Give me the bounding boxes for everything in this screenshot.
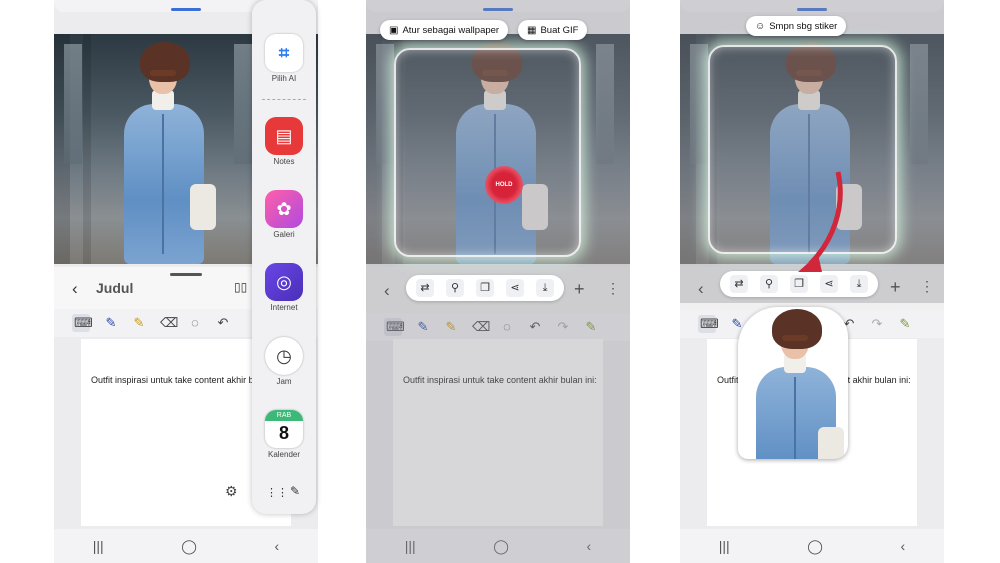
share-icon[interactable]: ⋖ [506, 279, 524, 297]
keyboard-icon[interactable]: ⌨ [698, 315, 719, 333]
note-page[interactable]: Outfit inspirasi untuk take content akhi… [393, 339, 603, 526]
save-icon[interactable]: ⤓ [850, 275, 868, 293]
ai-edit-icon[interactable]: ⇄ [730, 275, 748, 293]
undo-icon[interactable]: ↶ [216, 316, 230, 330]
sidebar-divider [262, 99, 306, 100]
highlighter-icon[interactable]: ✎ [444, 320, 458, 334]
status-strip [680, 0, 944, 12]
add-icon[interactable]: + [574, 279, 585, 300]
all-apps-icon[interactable]: ⋮⋮ [266, 486, 288, 499]
settings-icon[interactable]: ⚙ [225, 483, 238, 500]
notes-icon: ▤ [265, 117, 303, 155]
ai-action-bar: ⇄ ⚲ ❐ ⋖ ⤓ [406, 275, 564, 301]
app-galeri[interactable]: ✿ Galeri [252, 190, 316, 239]
drawing-toolbar: ⌨ ✎ ✎ ⌫ ◌ ↶ ↷ ✎ [366, 313, 630, 341]
copy-icon[interactable]: ❐ [476, 279, 494, 297]
color-pen-icon[interactable]: ✎ [584, 320, 598, 334]
calendar-day: 8 [278, 423, 289, 443]
make-gif-label: Buat GIF [540, 24, 579, 36]
save-icon[interactable]: ⤓ [536, 279, 554, 297]
gallery-icon: ✿ [265, 190, 303, 228]
back-icon[interactable]: ‹ [384, 281, 390, 301]
pin-icon[interactable]: ⚲ [446, 279, 464, 297]
back-icon[interactable]: ‹ [72, 279, 78, 299]
lasso-icon[interactable]: ◌ [188, 316, 202, 330]
calendar-icon: RAB 8 [265, 410, 303, 448]
navigation-bar: ||| ◯ ‹ [366, 529, 630, 563]
edge-panel-sidebar: ⌗ Pilih AI ▤ Notes ✿ Galeri ◎ Internet ◷… [252, 0, 316, 514]
app-jam[interactable]: ◷ Jam [252, 337, 316, 386]
app-label: Pilih AI [271, 74, 297, 83]
split-handle[interactable] [170, 273, 202, 276]
select-ai-icon: ⌗ [265, 34, 303, 72]
wallpaper-icon: ▣ [389, 24, 399, 36]
highlighter-icon[interactable]: ✎ [132, 316, 146, 330]
app-label: Internet [270, 303, 298, 312]
add-icon[interactable]: + [890, 277, 901, 298]
set-wallpaper-label: Atur sebagai wallpaper [402, 24, 500, 36]
app-pilih-ai[interactable]: ⌗ Pilih AI [252, 34, 316, 83]
clock-icon: ◷ [265, 337, 303, 375]
home-icon[interactable]: ◯ [181, 538, 197, 555]
save-sticker-button[interactable]: ☺ Smpn sbg stiker [746, 16, 847, 36]
lasso-icon[interactable]: ◌ [500, 320, 514, 334]
status-strip [366, 0, 630, 12]
home-icon[interactable]: ◯ [807, 538, 823, 555]
phone-screen-save-sticker: ‹ + ⋮ ⌨ ✎ ✎ ⌫ ◌ ↶ ↷ ✎ Outfit inspirasi u… [680, 0, 944, 563]
app-label: Notes [273, 157, 295, 166]
undo-icon[interactable]: ↶ [528, 320, 542, 334]
recents-icon[interactable]: ||| [719, 538, 730, 554]
sticker-icon: ☺ [755, 20, 766, 32]
home-icon[interactable]: ◯ [493, 538, 509, 555]
pen-icon[interactable]: ✎ [416, 320, 430, 334]
pin-icon[interactable]: ⚲ [760, 275, 778, 293]
back-nav-icon[interactable]: ‹ [587, 538, 592, 554]
drag-handle[interactable] [483, 8, 513, 11]
gif-icon: ▦ [527, 24, 537, 36]
phone-screen-hold-select: ‹ + ⋮ ⌨ ✎ ✎ ⌫ ◌ ↶ ↷ ✎ Outfit inspirasi u… [366, 0, 630, 563]
eraser-icon[interactable]: ⌫ [160, 316, 178, 330]
app-label: Galeri [273, 230, 295, 239]
app-internet[interactable]: ◎ Internet [252, 263, 316, 312]
drag-arrow-icon [798, 171, 843, 272]
drag-handle[interactable] [171, 8, 201, 11]
redo-icon[interactable]: ↷ [556, 320, 570, 334]
recents-icon[interactable]: ||| [93, 538, 104, 554]
back-nav-icon[interactable]: ‹ [275, 538, 280, 554]
app-label: Kalender [267, 450, 301, 459]
edit-pencil-icon[interactable]: ✎ [290, 484, 300, 498]
redo-icon[interactable]: ↷ [870, 317, 884, 331]
note-text: Outfit inspirasi untuk take content akhi… [403, 375, 597, 385]
calendar-weekday: RAB [265, 410, 303, 421]
keyboard-icon[interactable]: ⌨ [72, 314, 93, 332]
keyboard-icon[interactable]: ⌨ [384, 318, 405, 336]
cutout-sticker[interactable] [738, 307, 848, 459]
make-gif-button[interactable]: ▦ Buat GIF [518, 20, 588, 40]
pen-icon[interactable]: ✎ [104, 316, 118, 330]
internet-icon: ◎ [265, 263, 303, 301]
app-notes[interactable]: ▤ Notes [252, 117, 316, 166]
back-nav-icon[interactable]: ‹ [901, 538, 906, 554]
ai-selection-outline[interactable] [394, 48, 581, 257]
woman-figure [94, 34, 216, 264]
ai-edit-icon[interactable]: ⇄ [416, 279, 434, 297]
hold-indicator: HOLD [485, 166, 523, 204]
more-icon[interactable]: ⋮ [920, 278, 934, 295]
set-wallpaper-button[interactable]: ▣ Atur sebagai wallpaper [380, 20, 509, 40]
color-pen-icon[interactable]: ✎ [898, 317, 912, 331]
app-label: Jam [276, 377, 292, 386]
woman-figure [738, 307, 846, 459]
drag-handle[interactable] [797, 8, 827, 11]
book-icon[interactable]: ▯▯ [234, 280, 247, 294]
app-kalender[interactable]: RAB 8 Kalender [252, 410, 316, 459]
eraser-icon[interactable]: ⌫ [472, 320, 490, 334]
note-title[interactable]: Judul [96, 280, 133, 296]
more-icon[interactable]: ⋮ [606, 280, 620, 297]
back-icon[interactable]: ‹ [698, 279, 704, 299]
save-sticker-label: Smpn sbg stiker [769, 20, 838, 32]
navigation-bar: ||| ◯ ‹ [680, 529, 944, 563]
recents-icon[interactable]: ||| [405, 538, 416, 554]
navigation-bar: ||| ◯ ‹ [54, 529, 318, 563]
